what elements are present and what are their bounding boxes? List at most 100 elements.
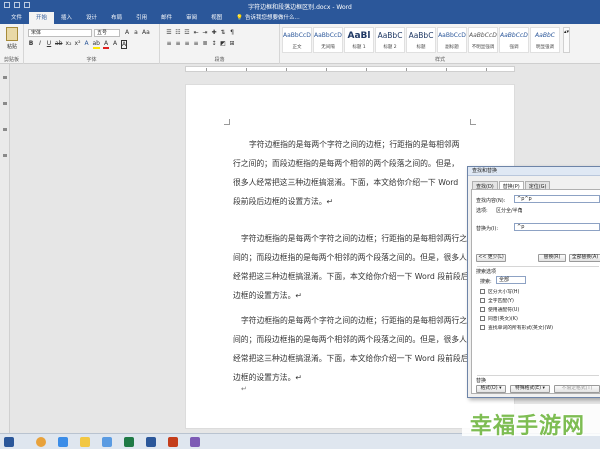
show-marks-icon[interactable]: ¶: [229, 29, 235, 36]
shading-icon[interactable]: ◩: [220, 40, 226, 47]
font-format-tools: B I U ab x₂ x² A ab A A A: [28, 40, 128, 49]
checkbox-label: 区分大小写(H): [488, 290, 520, 295]
grow-font-icon[interactable]: A: [124, 29, 130, 36]
tell-me-search[interactable]: 💡 告诉我您想要做什么...: [229, 12, 307, 24]
tab-home[interactable]: 开始: [29, 12, 55, 24]
decrease-indent-icon[interactable]: ⇤: [193, 29, 199, 36]
underline-icon[interactable]: U: [46, 40, 52, 49]
excel-icon[interactable]: [124, 437, 134, 447]
word-forms-checkbox[interactable]: 查找单词的所有形式(英文)(W): [480, 324, 553, 331]
paragraph-1[interactable]: 字符边框指的是每两个字符之间的边框；行距指的是每相邻两 行之间的；而段边框指的是…: [233, 135, 460, 211]
paragraph-3[interactable]: 字符边框指的是每两个字符之间的边框；行距指的是每相邻两行之 间的；而段边框指的是…: [233, 311, 469, 387]
style-emphasis[interactable]: AaBbCcDc 强调: [499, 27, 529, 53]
checkbox-box: [480, 325, 485, 330]
style-normal[interactable]: AaBbCcDc 正文: [282, 27, 312, 53]
justify-icon[interactable]: ≡: [193, 40, 199, 47]
tab-view[interactable]: 视图: [204, 12, 229, 24]
subscript-icon[interactable]: x₂: [66, 40, 72, 49]
increase-indent-icon[interactable]: ⇥: [202, 29, 208, 36]
style-subtitle[interactable]: AaBbCcD 副标题: [437, 27, 467, 53]
char-border-icon[interactable]: A: [121, 40, 128, 49]
checkbox-label: 同音(英文)(K): [488, 317, 518, 322]
style-no-spacing[interactable]: AaBbCcDc 无间隔: [313, 27, 343, 53]
chinese-layout-icon[interactable]: ✚: [211, 29, 217, 36]
start-icon[interactable]: [4, 437, 14, 447]
change-case-icon[interactable]: Aa: [142, 29, 150, 36]
strikethrough-icon[interactable]: ab: [55, 40, 63, 49]
text-line: 段前段后边框的设置方法。↵: [233, 197, 334, 206]
font-size-select[interactable]: 五号: [94, 29, 120, 37]
wildcards-checkbox[interactable]: 使用通配符(U): [480, 306, 519, 313]
browser-icon[interactable]: [58, 437, 68, 447]
ribbon-tabs: 文件 开始 插入 设计 布局 引用 邮件 审阅 视图 💡 告诉我您想要做什么..…: [0, 12, 600, 24]
divider: [477, 375, 599, 376]
no-formatting-button[interactable]: 不限定格式(T): [554, 385, 600, 393]
sounds-like-checkbox[interactable]: 同音(英文)(K): [480, 315, 518, 322]
style-intense-emphasis[interactable]: AaBbC 明显强调: [530, 27, 560, 53]
italic-icon[interactable]: I: [37, 40, 43, 49]
chrome-icon[interactable]: [36, 437, 46, 447]
replace-with-input[interactable]: ^p: [514, 223, 600, 231]
checkbox-label: 全字匹配(Y): [488, 299, 514, 304]
special-button[interactable]: 特殊格式(E) ▾: [510, 385, 550, 393]
replace-all-button[interactable]: 全部替换(A): [569, 254, 600, 262]
styles-scroll-button[interactable]: ▴▾: [563, 27, 570, 53]
style-heading-2[interactable]: AaBbC 标题 2: [375, 27, 405, 53]
bold-icon[interactable]: B: [28, 40, 34, 49]
numbering-icon[interactable]: ☷: [175, 29, 181, 36]
align-center-icon[interactable]: ≡: [175, 40, 181, 47]
tab-insert[interactable]: 插入: [54, 12, 79, 24]
document-page[interactable]: 字符边框指的是每两个字符之间的边框；行距指的是每相邻两 行之间的；而段边框指的是…: [185, 84, 515, 429]
app-icon[interactable]: [102, 437, 112, 447]
horizontal-ruler[interactable]: [185, 66, 515, 72]
borders-icon[interactable]: ⊞: [229, 40, 235, 47]
style-heading-1[interactable]: AaBl 标题 1: [344, 27, 374, 53]
superscript-icon[interactable]: x²: [75, 40, 81, 49]
paste-button[interactable]: 粘贴: [3, 27, 21, 50]
search-direction-select[interactable]: 全部: [496, 276, 526, 284]
text-line: 行之间的；而段边框指的是每两个相邻的两个段落之间的。但是，: [233, 159, 460, 168]
replace-button[interactable]: 替换(R): [538, 254, 566, 262]
tab-file[interactable]: 文件: [4, 12, 29, 24]
tab-design[interactable]: 设计: [79, 12, 104, 24]
tab-mailings[interactable]: 邮件: [154, 12, 179, 24]
align-left-icon[interactable]: ≡: [166, 40, 172, 47]
tab-references[interactable]: 引用: [129, 12, 154, 24]
multilevel-list-icon[interactable]: ☲: [184, 29, 190, 36]
sort-icon[interactable]: ⇅: [220, 29, 226, 36]
align-right-icon[interactable]: ≡: [184, 40, 190, 47]
tab-layout[interactable]: 布局: [104, 12, 129, 24]
line-spacing-icon[interactable]: ↕: [211, 40, 217, 47]
style-sample: AaBbC: [377, 31, 403, 40]
folder-icon[interactable]: [80, 437, 90, 447]
word-icon[interactable]: [146, 437, 156, 447]
format-button[interactable]: 格式(O) ▾: [476, 385, 506, 393]
whole-word-checkbox[interactable]: 全字匹配(Y): [480, 297, 514, 304]
font-name-select[interactable]: 宋体: [28, 29, 92, 37]
tab-review[interactable]: 审阅: [179, 12, 204, 24]
style-sample: AaBbCcD: [438, 32, 466, 39]
paragraph-2[interactable]: 字符边框指的是每两个字符之间的边框；行距指的是每相邻两行之 间的；而段边框指的是…: [233, 229, 469, 305]
checkbox-box: [480, 307, 485, 312]
style-name: 无间隔: [321, 45, 335, 50]
ruler-tick: [286, 68, 287, 71]
distributed-icon[interactable]: ≣: [202, 40, 208, 47]
app-icon[interactable]: [190, 437, 200, 447]
font-color-icon[interactable]: A: [103, 40, 109, 49]
text-effects-icon[interactable]: A: [84, 40, 90, 49]
dialog-body: 查找内容(N): ^p^p 选项: 区分全/半角 替换为(I): ^p << 更…: [471, 189, 600, 394]
find-what-input[interactable]: ^p^p: [514, 195, 600, 203]
powerpoint-icon[interactable]: [168, 437, 178, 447]
highlight-icon[interactable]: ab: [92, 40, 100, 49]
checkbox-label: 查找单词的所有形式(英文)(W): [488, 326, 553, 331]
bullets-icon[interactable]: ☰: [166, 29, 172, 36]
char-shading-icon[interactable]: A: [112, 40, 118, 49]
less-button[interactable]: << 更少(L): [476, 254, 506, 262]
style-subtle-emphasis[interactable]: AaBbCcDc 不明显强调: [468, 27, 498, 53]
find-replace-dialog[interactable]: 查找和替换 查找(D) 替换(P) 定位(G) 查找内容(N): ^p^p 选项…: [467, 166, 600, 398]
match-case-checkbox[interactable]: 区分大小写(H): [480, 288, 519, 295]
shrink-font-icon[interactable]: a: [133, 29, 139, 36]
list-tools: ☰ ☷ ☲ ⇤ ⇥ ✚ ⇅ ¶: [166, 29, 235, 36]
style-title[interactable]: AaBbC 标题: [406, 27, 436, 53]
style-name: 明显强调: [536, 45, 554, 50]
